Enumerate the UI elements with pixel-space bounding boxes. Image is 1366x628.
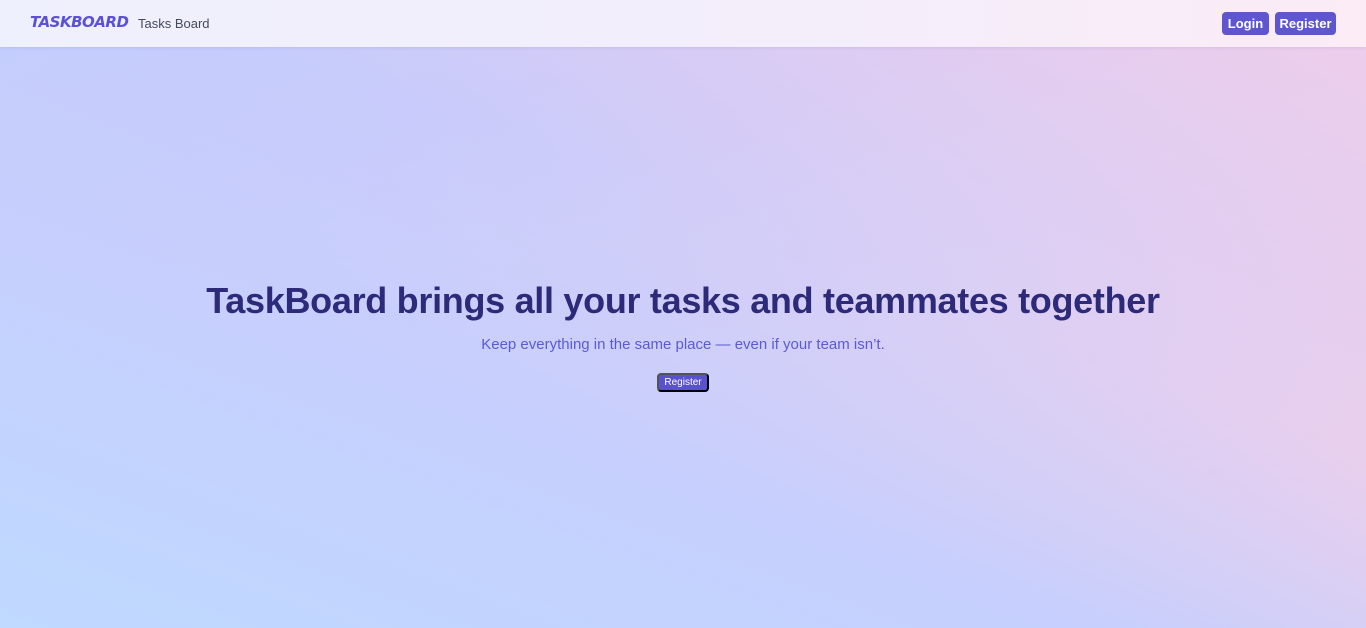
top-navbar: TASKBOARD Tasks Board Login Register	[0, 0, 1366, 47]
hero-section: TaskBoard brings all your tasks and team…	[0, 280, 1366, 392]
hero-subtitle: Keep everything in the same place — even…	[481, 336, 885, 353]
nav-link-tasks-board[interactable]: Tasks Board	[138, 16, 210, 31]
login-button[interactable]: Login	[1222, 12, 1269, 35]
hero-title: TaskBoard brings all your tasks and team…	[206, 280, 1160, 321]
register-button[interactable]: Register	[1275, 12, 1336, 35]
hero-register-button[interactable]: Register	[657, 373, 709, 392]
brand-logo[interactable]: TASKBOARD	[30, 13, 129, 31]
